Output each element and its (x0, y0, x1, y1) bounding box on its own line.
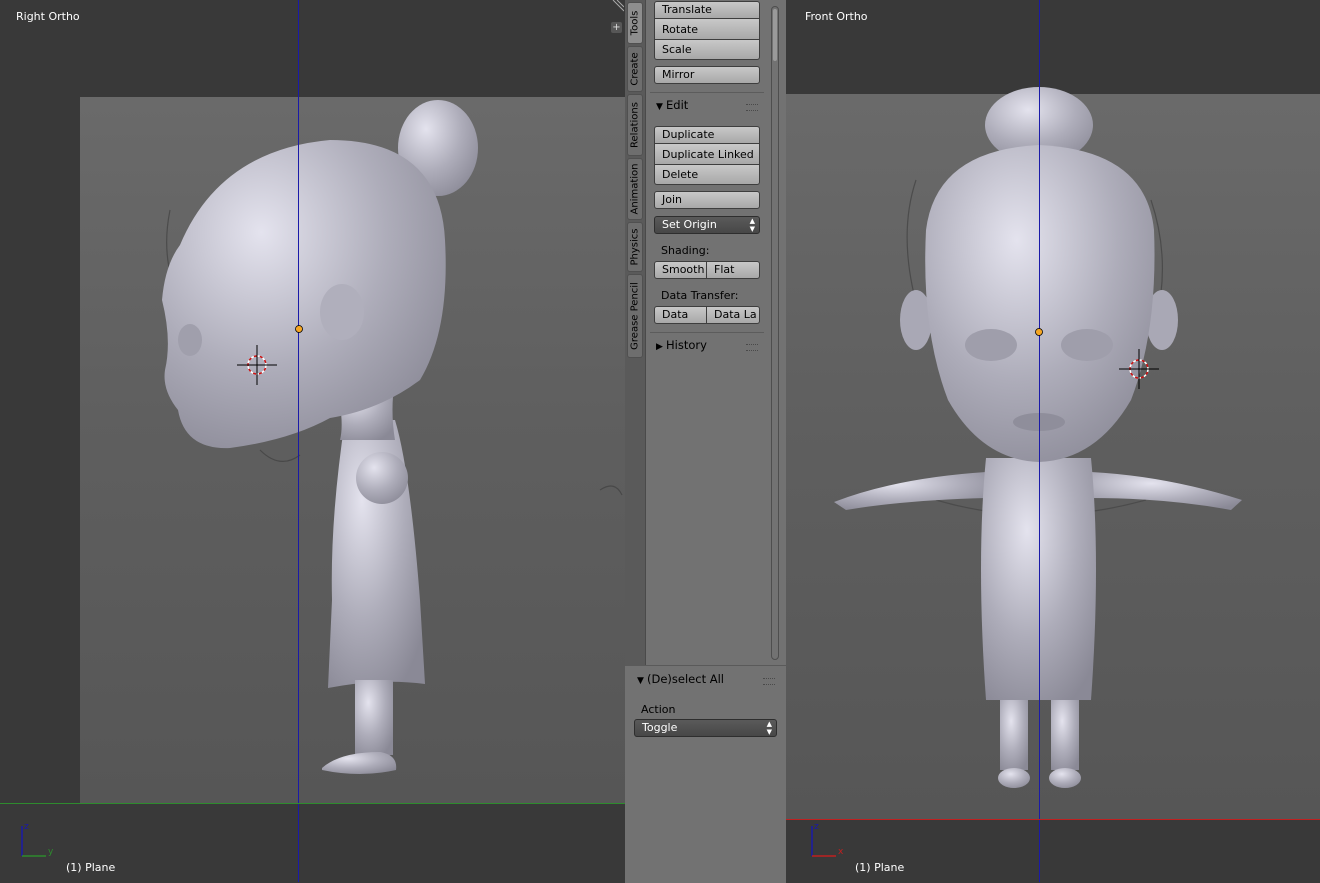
tab-relations[interactable]: Relations (627, 94, 643, 156)
action-label: Action (641, 703, 676, 716)
mirror-button[interactable]: Mirror (654, 66, 760, 84)
shading-label: Shading: (661, 244, 710, 257)
join-button[interactable]: Join (654, 191, 760, 209)
svg-text:x: x (838, 847, 844, 857)
tab-animation[interactable]: Animation (627, 158, 643, 220)
area-split-handle[interactable] (610, 0, 625, 14)
separator (650, 332, 764, 333)
drag-grip-icon[interactable] (746, 344, 758, 351)
redo-panel-header[interactable]: ▼ (De)select All (637, 672, 724, 686)
tools-panel: Translate Rotate Scale Mirror ▼ Edit Dupl… (646, 0, 786, 665)
collapse-triangle-icon: ▼ (637, 676, 644, 686)
scale-button[interactable]: Scale (654, 40, 760, 60)
separator (650, 92, 764, 93)
duplicate-linked-button[interactable]: Duplicate Linked (654, 144, 760, 165)
expand-triangle-icon: ▶ (656, 342, 663, 352)
viewport-right-ortho[interactable]: Right Ortho z y (1) Plane + (0, 0, 625, 882)
data-transfer-button[interactable]: Data (654, 306, 707, 324)
data-layout-button[interactable]: Data La (707, 306, 760, 324)
drag-grip-icon[interactable] (746, 104, 758, 111)
smooth-button[interactable]: Smooth (654, 261, 707, 279)
tab-tools[interactable]: Tools (627, 2, 643, 44)
tab-create[interactable]: Create (627, 46, 643, 92)
svg-text:z: z (814, 822, 819, 832)
collapse-triangle-icon: ▼ (656, 102, 663, 112)
tab-physics[interactable]: Physics (627, 222, 643, 272)
tool-shelf: Tools Create Relations Animation Physics… (625, 0, 786, 883)
tool-shelf-tabs: Tools Create Relations Animation Physics… (625, 0, 646, 665)
viewport-front-ortho[interactable]: Front Ortho z x (1) Plane (786, 0, 1320, 882)
view-name-left: Right Ortho (16, 10, 80, 23)
rotate-button[interactable]: Rotate (654, 19, 760, 40)
history-panel-header[interactable]: ▶ History (656, 338, 707, 352)
axis-gizmo-right: z x (811, 822, 844, 857)
operator-redo-panel: ▼ (De)select All Action Toggle ▲ ▼ (625, 665, 786, 883)
scrollbar-thumb[interactable] (773, 9, 777, 61)
delete-button[interactable]: Delete (654, 165, 760, 185)
object-label-left: (1) Plane (66, 861, 116, 874)
updown-arrows-icon: ▲ ▼ (749, 217, 755, 233)
tab-grease-pencil[interactable]: Grease Pencil (627, 274, 643, 358)
drag-grip-icon[interactable] (763, 678, 775, 685)
object-label-right: (1) Plane (855, 861, 905, 874)
tool-shelf-scrollbar[interactable] (771, 6, 779, 660)
3d-cursor-left[interactable] (0, 0, 625, 882)
expand-properties-button[interactable]: + (611, 22, 622, 33)
svg-text:z: z (24, 822, 29, 832)
flat-button[interactable]: Flat (707, 261, 760, 279)
axis-gizmo-left: z y (21, 822, 54, 857)
duplicate-button[interactable]: Duplicate (654, 126, 760, 144)
updown-arrows-icon: ▲ ▼ (766, 720, 772, 736)
set-origin-dropdown[interactable]: Set Origin ▲ ▼ (654, 216, 760, 234)
3d-cursor-right[interactable] (786, 0, 1320, 882)
action-dropdown[interactable]: Toggle ▲ ▼ (634, 719, 777, 737)
data-transfer-label: Data Transfer: (661, 289, 739, 302)
svg-text:y: y (48, 847, 54, 857)
edit-panel-header[interactable]: ▼ Edit (656, 98, 688, 112)
translate-button[interactable]: Translate (654, 1, 760, 19)
view-name-right: Front Ortho (805, 10, 868, 23)
